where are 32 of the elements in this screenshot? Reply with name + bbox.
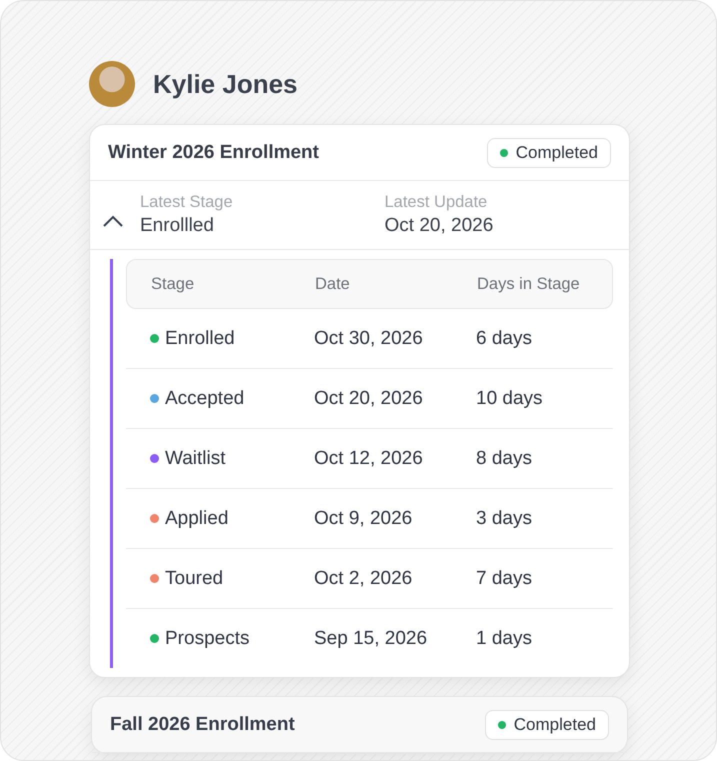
- summary-value: Enrollled: [140, 215, 215, 237]
- enrollment-title: Winter 2026 Enrollment: [108, 142, 319, 164]
- stage-name: Prospects: [165, 628, 250, 650]
- avatar-photo-placeholder: [89, 61, 135, 107]
- summary-label: Latest Stage: [140, 193, 234, 212]
- stage-name: Waitlist: [165, 448, 226, 470]
- enrollment-title: Fall 2026 Enrollment: [110, 714, 295, 736]
- date-cell-text: Oct 30, 2026: [314, 328, 424, 350]
- days-cell-text: 10 days: [476, 388, 544, 410]
- status-label: Completed: [514, 714, 596, 734]
- date-cell-text: Oct 20, 2026: [314, 388, 424, 410]
- days-cell-text: 8 days: [476, 448, 533, 470]
- stage-name: Enrolled: [165, 328, 235, 350]
- date-cell-text: Oct 9, 2026: [314, 508, 414, 530]
- days-cell-text: 3 days: [476, 508, 533, 530]
- column-header: Stage: [151, 274, 196, 294]
- stage-name: Applied: [165, 508, 228, 530]
- days-cell-text: 7 days: [476, 568, 533, 590]
- student-name: Kylie Jones: [153, 68, 298, 100]
- column-header: Days in Stage: [477, 274, 581, 294]
- date-cell-text: Sep 15, 2026: [314, 628, 428, 650]
- chevron-up-icon[interactable]: [102, 214, 124, 228]
- stage-name: Toured: [165, 568, 224, 590]
- date-cell-text: Oct 12, 2026: [314, 448, 424, 470]
- summary-value: Oct 20, 2026: [384, 215, 494, 237]
- days-cell-text: 6 days: [476, 328, 533, 350]
- status-label: Completed: [516, 142, 598, 162]
- stage-name: Accepted: [165, 388, 244, 410]
- column-header: Date: [315, 274, 351, 294]
- summary-label: Latest Update: [384, 193, 488, 212]
- date-cell-text: Oct 2, 2026: [314, 568, 414, 590]
- days-cell-text: 1 days: [476, 628, 533, 650]
